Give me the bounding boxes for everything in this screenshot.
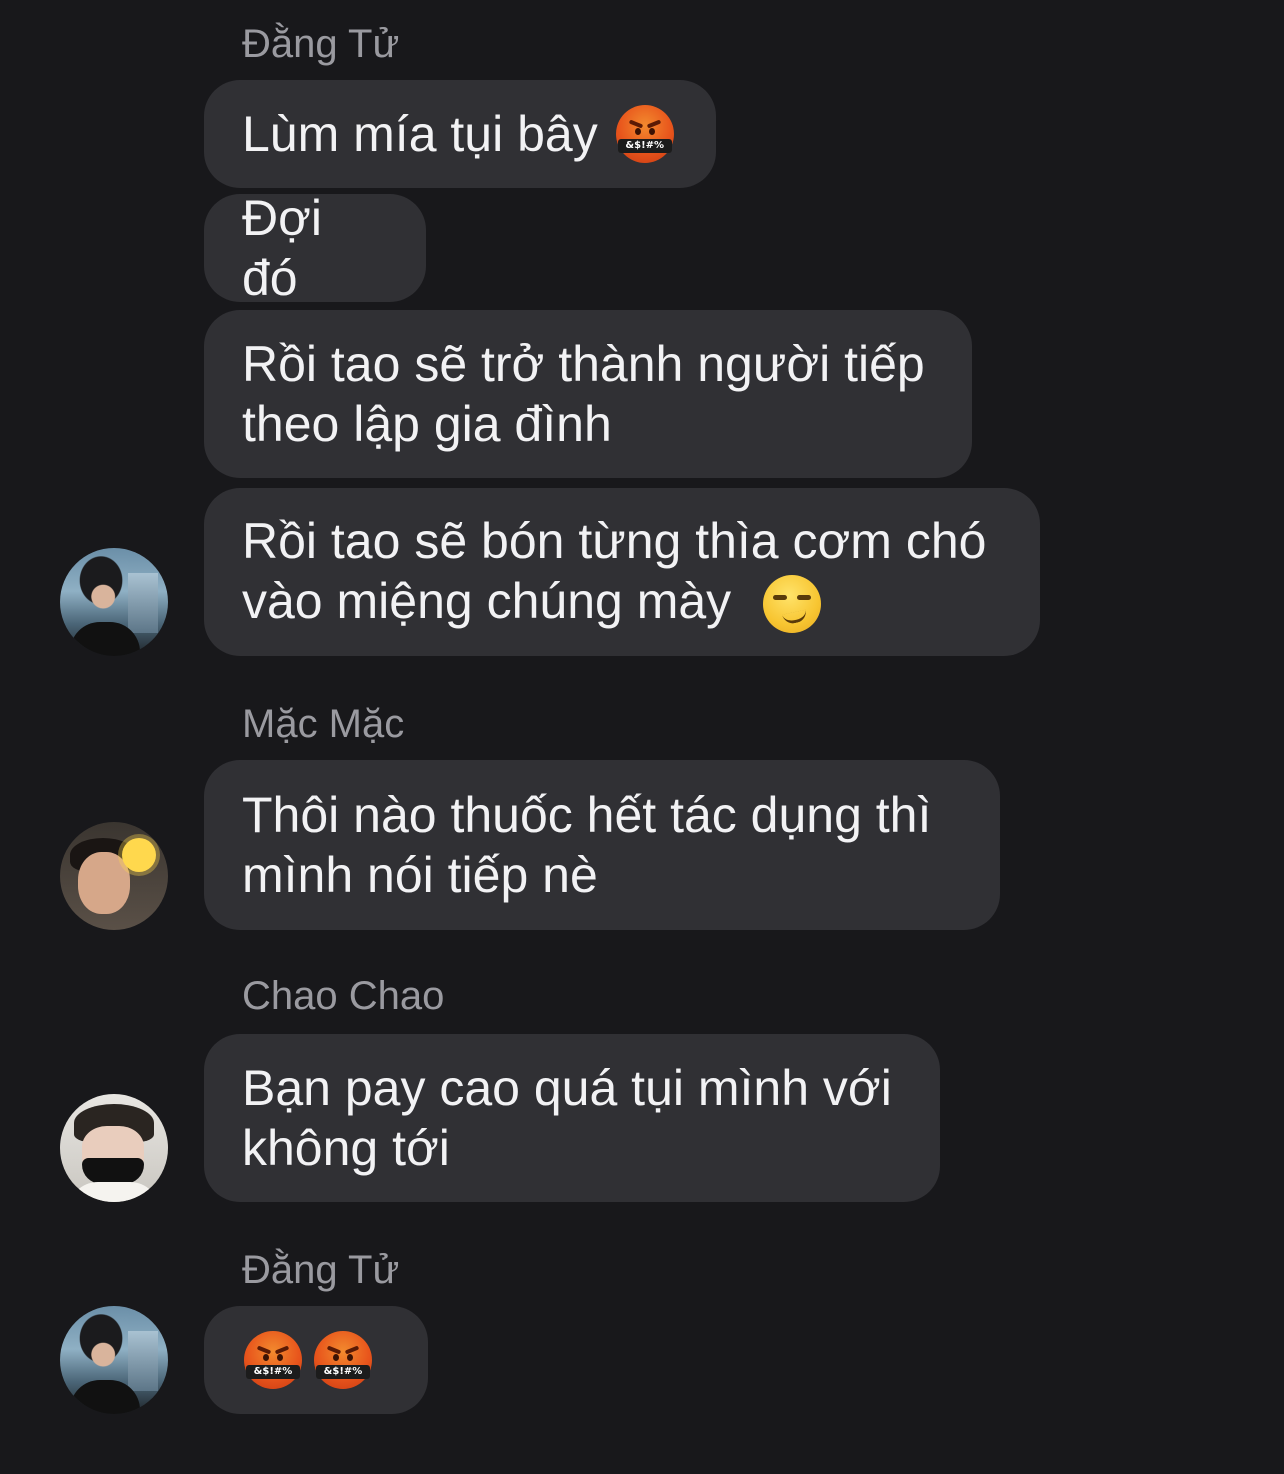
enraged-face-icon: &$!#%	[314, 1331, 372, 1389]
smirking-face-icon	[763, 575, 822, 634]
message-text: Bạn pay cao quá tụi mình với không tới	[242, 1060, 892, 1176]
message-text: Đợi đó	[242, 190, 323, 306]
message-bubble[interactable]: Rồi tao sẽ trở thành người tiếp theo lập…	[204, 310, 972, 478]
message-bubble[interactable]: Bạn pay cao quá tụi mình với không tới	[204, 1034, 940, 1202]
message-text: Thôi nào thuốc hết tác dụng thì mình nói…	[242, 787, 932, 903]
sender-name: Chao Chao	[242, 974, 445, 1018]
message-bubble[interactable]: &$!#% &$!#%	[204, 1306, 428, 1414]
avatar[interactable]	[60, 1306, 168, 1414]
enraged-face-icon: &$!#%	[244, 1331, 302, 1389]
message-text: Rồi tao sẽ bón từng thìa cơm chó vào miệ…	[242, 511, 1002, 634]
avatar[interactable]	[60, 548, 168, 656]
avatar[interactable]	[60, 822, 168, 930]
message-bubble[interactable]: Rồi tao sẽ bón từng thìa cơm chó vào miệ…	[204, 488, 1040, 656]
message-bubble[interactable]: Thôi nào thuốc hết tác dụng thì mình nói…	[204, 760, 1000, 930]
enraged-face-icon: &$!#%	[615, 105, 674, 163]
message-bubble[interactable]: Đợi đó	[204, 190, 426, 306]
sender-name: Mặc Mặc	[242, 702, 405, 746]
avatar[interactable]	[60, 1094, 168, 1202]
message-text: Lùm mía tụi bây	[242, 106, 598, 162]
message-text: Rồi tao sẽ trở thành người tiếp theo lập…	[242, 336, 925, 452]
sender-name: Đằng Tử	[242, 22, 400, 66]
message-bubble[interactable]: Lùm mía tụi bây &$!#%	[204, 80, 716, 188]
sender-name: Đằng Tử	[242, 1248, 400, 1292]
